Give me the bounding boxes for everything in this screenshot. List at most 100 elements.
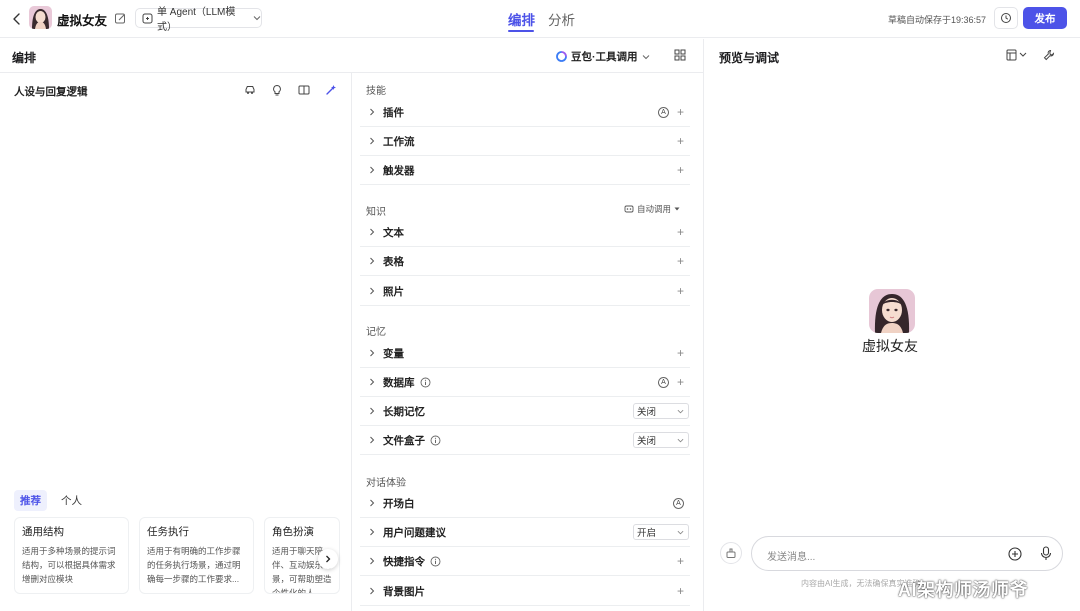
- chevron-right-icon: [368, 407, 378, 415]
- chevron-right-icon: [368, 528, 378, 536]
- tab-analysis[interactable]: 分析: [548, 9, 575, 29]
- robot-icon: [624, 204, 634, 214]
- message-placeholder: 发送消息...: [767, 552, 816, 563]
- agent-mode-select[interactable]: 单 Agent（LLM模式）: [135, 7, 262, 33]
- tab-edit[interactable]: 编排: [508, 9, 535, 29]
- row-label: 照片: [383, 285, 404, 298]
- chevron-right-icon: [368, 257, 378, 265]
- plus-icon[interactable]: +: [677, 585, 684, 597]
- clear-chat-button[interactable]: [720, 542, 742, 564]
- ai-optimize-icon[interactable]: [325, 84, 337, 96]
- select-value: 关闭: [637, 407, 657, 418]
- info-icon[interactable]: [420, 377, 431, 388]
- template-desc: 适用于有明确的工作步骤的任务执行场景，通过明确每一步骤的工作要求...: [147, 546, 241, 584]
- agent-mode-label: 单 Agent（LLM模式）: [157, 7, 236, 33]
- template-card[interactable]: 任务执行 适用于有明确的工作步骤的任务执行场景，通过明确每一步骤的工作要求...: [139, 517, 254, 594]
- memory-section-title: 记忆: [366, 327, 386, 338]
- long-term-memory-select[interactable]: 关闭: [633, 403, 689, 419]
- auto-badge-icon[interactable]: A: [657, 106, 669, 118]
- tab-recommended[interactable]: 推荐: [14, 490, 47, 511]
- chevron-down-icon: [253, 14, 261, 22]
- edit-icon[interactable]: [114, 12, 127, 25]
- row-label: 文件盒子: [383, 434, 425, 447]
- plus-icon[interactable]: +: [677, 376, 684, 388]
- chevron-down-icon: [677, 529, 684, 536]
- knowledge-row-text[interactable]: 文本 +: [360, 218, 690, 247]
- back-arrow-icon[interactable]: [9, 11, 25, 27]
- watermark-text: AI架构师汤师爷: [898, 580, 1028, 600]
- skill-row-plugin[interactable]: 插件 A +: [360, 98, 690, 127]
- chevron-right-icon: [368, 108, 378, 116]
- row-label: 背景图片: [383, 585, 425, 598]
- memory-row-long-term[interactable]: 长期记忆 关闭: [360, 397, 690, 426]
- template-tabs: 推荐 个人: [14, 490, 82, 511]
- auto-call-label: 自动调用: [637, 204, 672, 214]
- select-value: 开启: [637, 528, 657, 539]
- skill-row-workflow[interactable]: 工作流 +: [360, 127, 690, 156]
- model-select[interactable]: 豆包·工具调用: [556, 49, 650, 64]
- row-label: 数据库: [383, 376, 415, 389]
- auto-badge-icon[interactable]: A: [657, 376, 669, 388]
- model-label: 豆包·工具调用: [571, 51, 638, 63]
- row-label: 插件: [383, 106, 404, 119]
- memory-row-database[interactable]: 数据库 A +: [360, 368, 690, 397]
- preview-title: 预览与调试: [719, 51, 780, 65]
- skill-row-trigger[interactable]: 触发器 +: [360, 156, 690, 185]
- layout-select-icon[interactable]: [1006, 49, 1028, 61]
- edit-section-title: 编排: [12, 51, 37, 65]
- chevron-right-icon: [368, 587, 378, 595]
- tab-personal[interactable]: 个人: [61, 490, 82, 511]
- split-view-icon[interactable]: [298, 84, 310, 96]
- dialog-row-suggestions[interactable]: 用户问题建议 开启: [360, 518, 690, 547]
- active-tab-indicator: [508, 30, 534, 32]
- persona-title: 人设与回复逻辑: [14, 86, 88, 98]
- file-box-select[interactable]: 关闭: [633, 432, 689, 448]
- dialog-row-shortcuts[interactable]: 快捷指令 +: [360, 547, 690, 576]
- row-label: 用户问题建议: [383, 526, 446, 539]
- plus-icon[interactable]: +: [677, 135, 684, 147]
- memory-row-variable[interactable]: 变量 +: [360, 339, 690, 368]
- add-attachment-icon[interactable]: [1008, 547, 1022, 561]
- template-card[interactable]: 通用结构 适用于多种场景的提示词结构，可以根据具体需求增删对应模块: [14, 517, 129, 594]
- template-desc: 适用于多种场景的提示词结构，可以根据具体需求增删对应模块: [22, 546, 116, 584]
- template-title: 角色扮演: [272, 526, 314, 538]
- chevron-down-icon: [642, 53, 650, 61]
- plus-icon[interactable]: +: [677, 106, 684, 118]
- template-title: 通用结构: [22, 526, 64, 538]
- next-template-button[interactable]: [318, 549, 338, 569]
- bot-name: 虚拟女友: [57, 14, 108, 28]
- dialog-row-background[interactable]: 背景图片 +: [360, 577, 690, 606]
- auto-badge-icon[interactable]: A: [673, 497, 684, 509]
- plus-icon[interactable]: +: [677, 555, 684, 567]
- broom-icon: [725, 547, 737, 559]
- dialog-row-opening[interactable]: 开场白 A: [360, 489, 690, 518]
- car-icon[interactable]: [244, 84, 256, 96]
- history-button[interactable]: [994, 7, 1018, 29]
- bot-avatar-large: [869, 289, 915, 333]
- microphone-icon[interactable]: [1040, 546, 1052, 561]
- publish-button[interactable]: 发布: [1023, 7, 1067, 29]
- plus-icon[interactable]: +: [677, 164, 684, 176]
- plus-icon[interactable]: +: [677, 226, 684, 238]
- info-icon[interactable]: [430, 556, 441, 567]
- knowledge-row-table[interactable]: 表格 +: [360, 247, 690, 276]
- row-label: 触发器: [383, 164, 415, 177]
- info-icon[interactable]: [430, 435, 441, 446]
- bulb-icon[interactable]: [271, 84, 283, 96]
- plus-icon[interactable]: +: [677, 285, 684, 297]
- memory-row-file-box[interactable]: 文件盒子 关闭: [360, 426, 690, 455]
- layout-grid-icon[interactable]: [674, 49, 686, 61]
- column-divider: [351, 73, 352, 611]
- template-title: 任务执行: [147, 526, 189, 538]
- plus-icon[interactable]: +: [677, 347, 684, 359]
- knowledge-row-photo[interactable]: 照片 +: [360, 277, 690, 306]
- plus-icon[interactable]: +: [677, 255, 684, 267]
- bot-avatar[interactable]: [29, 6, 52, 29]
- chevron-right-icon: [368, 557, 378, 565]
- suggestion-select[interactable]: 开启: [633, 524, 689, 540]
- auto-call-select[interactable]: 自动调用: [624, 203, 680, 215]
- debug-wrench-icon[interactable]: [1043, 49, 1055, 61]
- history-icon: [1000, 12, 1012, 24]
- dialog-section-title: 对话体验: [366, 478, 406, 489]
- chevron-down-icon: [677, 437, 684, 444]
